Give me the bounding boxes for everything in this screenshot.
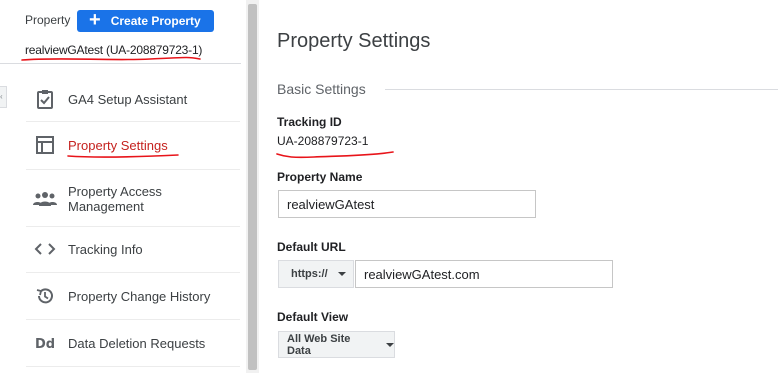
history-icon xyxy=(32,284,58,308)
clipboard-check-icon xyxy=(32,87,58,111)
create-property-label: Create Property xyxy=(110,14,201,28)
sidebar-item-label: Data Deletion Requests xyxy=(68,335,206,351)
red-annotation-underline xyxy=(276,151,394,159)
section-divider xyxy=(385,89,778,90)
red-annotation-underline xyxy=(67,154,179,158)
layout-panel-icon xyxy=(32,133,58,157)
code-brackets-icon xyxy=(32,237,58,261)
default-view-select[interactable]: All Web Site Data xyxy=(278,331,395,358)
property-name-input[interactable] xyxy=(278,190,536,218)
sidebar-item-label: Property Change History xyxy=(68,288,211,304)
chevron-down-icon xyxy=(386,342,394,347)
default-url-input[interactable] xyxy=(355,260,613,288)
collapse-handle[interactable]: ‹ xyxy=(0,86,7,108)
page-title: Property Settings xyxy=(277,30,431,52)
divider xyxy=(26,272,240,273)
sidebar-item-label: GA4 Setup Assistant xyxy=(68,91,188,107)
sidebar-item-data-deletion-requests[interactable]: Dd Data Deletion Requests xyxy=(26,321,240,365)
sidebar-item-property-access-management[interactable]: Property Access Management xyxy=(26,177,240,221)
dd-icon: Dd xyxy=(32,331,58,355)
sidebar-item-tracking-info[interactable]: Tracking Info xyxy=(26,227,240,271)
default-view-label: Default View xyxy=(277,310,349,324)
divider xyxy=(26,169,240,170)
divider xyxy=(26,121,240,122)
sidebar-item-label: Property Access Management xyxy=(68,184,162,214)
divider xyxy=(26,319,240,320)
sidebar-item-property-change-history[interactable]: Property Change History xyxy=(26,274,240,318)
property-name-label: Property Name xyxy=(277,170,363,184)
plus-icon: + xyxy=(89,9,101,31)
default-url-label: Default URL xyxy=(277,240,346,254)
people-icon xyxy=(32,187,58,211)
sidebar-item-property-settings[interactable]: Property Settings xyxy=(26,123,240,167)
divider xyxy=(26,366,240,367)
chevron-down-icon xyxy=(337,272,346,276)
property-label: Property xyxy=(25,13,71,27)
section-title: Basic Settings xyxy=(277,81,366,97)
default-view-value: All Web Site Data xyxy=(287,332,351,357)
tracking-id-value: UA-208879723-1 xyxy=(277,134,369,148)
url-protocol-value: https:// xyxy=(291,268,328,280)
property-column: Property + Create Property realviewGAtes… xyxy=(0,0,246,373)
url-protocol-select[interactable]: https:// xyxy=(278,260,354,288)
property-header: Property + Create Property realviewGAtes… xyxy=(0,0,241,64)
tracking-id-label: Tracking ID xyxy=(277,115,342,129)
sidebar-item-label: Property Settings xyxy=(68,137,168,153)
sidebar-item-label: Tracking Info xyxy=(68,241,143,257)
scrollbar-thumb[interactable] xyxy=(248,4,257,370)
red-annotation-underline xyxy=(21,56,201,61)
svg-text:Dd: Dd xyxy=(35,337,55,350)
sidebar-item-ga4-setup-assistant[interactable]: GA4 Setup Assistant xyxy=(26,77,240,121)
create-property-button[interactable]: + Create Property xyxy=(77,10,214,32)
